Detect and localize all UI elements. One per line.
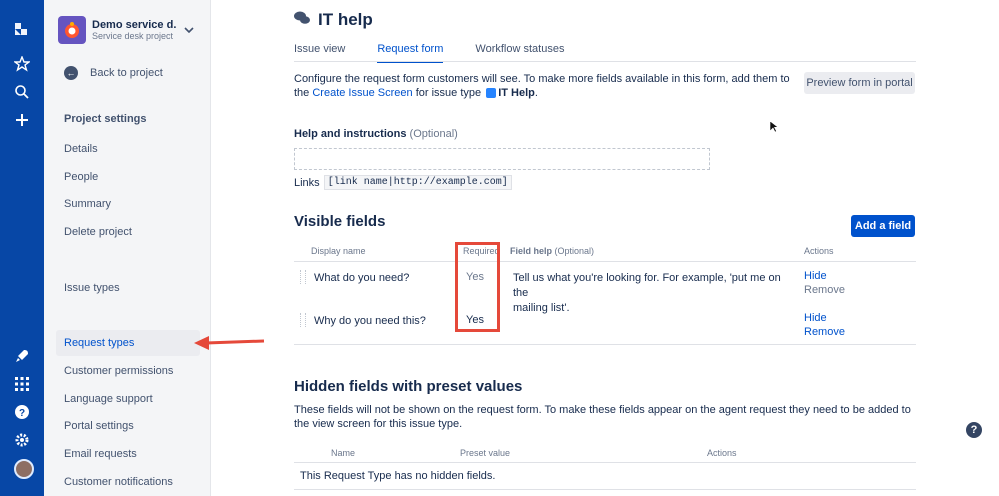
sidebar-item-details[interactable]: Details (64, 143, 98, 155)
drag-handle-icon[interactable] (300, 270, 306, 284)
field-help-line: mailing list'. (513, 302, 570, 314)
mouse-cursor-icon (769, 120, 779, 138)
sidebar-item-email-requests[interactable]: Email requests (64, 448, 137, 460)
hidden-fields-description: These fields will not be shown on the re… (294, 404, 911, 430)
project-header[interactable]: Demo service d... Service desk project (58, 16, 176, 44)
help-label-text: Help and instructions (294, 128, 407, 140)
project-avatar-icon (58, 16, 86, 44)
project-name: Demo service d... (92, 19, 176, 31)
column-display-name: Display name (311, 246, 366, 256)
floating-help-icon[interactable]: ? (966, 422, 982, 438)
sidebar-item-delete-project[interactable]: Delete project (64, 226, 132, 238)
main-content: IT help Issue view Request form Workflow… (210, 0, 999, 496)
links-label: Links (294, 176, 320, 189)
project-sidebar: Demo service d... Service desk project ←… (44, 0, 265, 496)
column-name: Name (331, 448, 356, 458)
drag-handle-icon[interactable] (300, 313, 306, 327)
preview-form-button[interactable]: Preview form in portal (804, 72, 915, 94)
table-bottom-divider (294, 344, 916, 345)
intro-text: Configure the request form customers wil… (294, 72, 794, 100)
hidden-table-bottom-divider (294, 489, 916, 490)
column-hidden-actions: Actions (707, 448, 737, 458)
column-actions: Actions (804, 246, 834, 256)
links-code-example: [link name|http://example.com] (323, 175, 512, 190)
app-switcher-icon[interactable] (12, 374, 32, 394)
field-name[interactable]: Why do you need this? (314, 314, 426, 329)
jira-logo-icon[interactable] (12, 20, 32, 40)
back-to-project-link[interactable]: ← Back to project (64, 66, 163, 80)
sidebar-item-portal-settings[interactable]: Portal settings (64, 420, 134, 432)
sidebar-item-people[interactable]: People (64, 171, 98, 183)
links-hint: Links [link name|http://example.com] (294, 175, 512, 190)
settings-gear-icon[interactable] (12, 430, 32, 450)
field-name[interactable]: What do you need? (314, 271, 409, 286)
sidebar-item-request-types[interactable]: Request types (64, 337, 134, 349)
global-nav-rail: ? (0, 0, 44, 496)
column-preset-value: Preset value (460, 448, 511, 458)
table-header-divider (294, 261, 916, 262)
back-label: Back to project (90, 67, 163, 79)
remove-link[interactable]: Remove (804, 326, 845, 338)
speech-bubbles-icon (294, 11, 310, 30)
rocket-icon[interactable] (12, 346, 32, 366)
sidebar-item-customer-notifications[interactable]: Customer notifications (64, 476, 173, 488)
help-instructions-label: Help and instructions (Optional) (294, 128, 458, 140)
section-title: Project settings (64, 113, 147, 125)
visible-fields-title: Visible fields (294, 213, 386, 230)
issue-type-icon (486, 88, 497, 99)
add-field-button[interactable]: Add a field (851, 215, 915, 237)
project-type: Service desk project (92, 31, 174, 41)
field-help-optional: (Optional) (554, 246, 595, 256)
sidebar-item-summary[interactable]: Summary (64, 198, 111, 210)
arrow-left-icon: ← (64, 66, 78, 80)
plus-icon[interactable] (12, 110, 32, 130)
annotation-highlight-box (455, 242, 500, 332)
intro-text-part: for issue type (415, 87, 482, 99)
field-help-text: Tell us what you're looking for. For exa… (513, 271, 783, 316)
hide-link[interactable]: Hide (804, 312, 827, 324)
create-issue-screen-link[interactable]: Create Issue Screen (312, 87, 412, 99)
user-avatar[interactable] (14, 459, 34, 479)
star-icon[interactable] (12, 54, 32, 74)
chevron-down-icon[interactable] (184, 25, 194, 36)
sidebar-item-language-support[interactable]: Language support (64, 393, 153, 405)
column-field-help: Field help (Optional) (510, 246, 594, 256)
intro-period: . (534, 87, 538, 99)
hide-link[interactable]: Hide (804, 270, 827, 282)
sidebar-item-customer-permissions[interactable]: Customer permissions (64, 365, 173, 377)
tab-issue-view[interactable]: Issue view (294, 40, 345, 61)
help-instructions-input[interactable] (294, 148, 710, 170)
hidden-table-divider (294, 462, 916, 463)
issue-type-name: IT Help (498, 87, 535, 99)
tab-bar: Issue view Request form Workflow statuse… (294, 40, 596, 63)
hidden-fields-empty-message: This Request Type has no hidden fields. (300, 470, 496, 482)
tab-divider (294, 61, 916, 62)
tab-request-form[interactable]: Request form (377, 40, 444, 63)
search-icon[interactable] (12, 82, 32, 102)
sidebar-item-issue-types[interactable]: Issue types (64, 282, 120, 294)
svg-text:?: ? (19, 408, 25, 419)
remove-link[interactable]: Remove (804, 284, 845, 296)
help-icon[interactable]: ? (12, 402, 32, 422)
optional-tag: (Optional) (409, 128, 458, 140)
tab-workflow-statuses[interactable]: Workflow statuses (475, 40, 564, 61)
page-title: IT help (318, 10, 373, 29)
field-help-header: Field help (510, 246, 553, 256)
field-help-line: Tell us what you're looking for. For exa… (513, 272, 781, 299)
hidden-fields-title: Hidden fields with preset values (294, 378, 523, 395)
